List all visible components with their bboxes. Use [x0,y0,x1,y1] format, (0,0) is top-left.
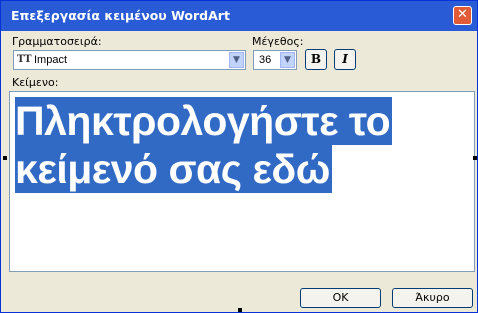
bold-button[interactable]: B [305,49,327,70]
cancel-label: Άκυρο [415,291,450,304]
italic-button[interactable]: I [334,49,356,70]
chevron-down-icon: ▼ [284,55,291,65]
wordart-dialog: Επεξεργασία κειμένου WordArt ✕ Γραμματοσ… [0,0,478,313]
italic-icon: I [342,52,348,66]
font-label: Γραμματοσειρά: [12,35,102,48]
right-resize-handle[interactable] [473,156,477,160]
bold-icon: B [310,52,322,66]
text-label: Κείμενο: [12,76,59,89]
close-icon: ✕ [457,7,468,22]
title-bar[interactable]: Επεξεργασία κειμένου WordArt ✕ [1,1,477,31]
size-select[interactable]: 36 ▼ [253,50,297,70]
chevron-down-icon: ▼ [233,55,240,65]
size-dropdown-button[interactable]: ▼ [280,52,295,68]
text-line-2: κείμενό σας εδώ [15,145,332,193]
cancel-button[interactable]: Άκυρο [392,288,473,308]
font-select[interactable]: TT Impact ▼ [13,50,246,70]
bottom-resize-handle[interactable] [238,308,242,312]
close-button[interactable]: ✕ [453,6,472,25]
truetype-font-icon: TT [17,54,32,65]
text-line-1: Πληκτρολογήστε το [15,97,393,145]
size-value: 36 [259,54,272,66]
size-label: Μέγεθος: [252,35,304,48]
left-resize-handle[interactable] [3,156,7,160]
window-title: Επεξεργασία κειμένου WordArt [11,8,230,23]
ok-label: OK [332,291,349,304]
font-value: Impact [34,54,68,66]
ok-button[interactable]: OK [300,288,381,308]
selected-text: Πληκτρολογήστε το κείμενό σας εδώ [15,97,393,193]
font-dropdown-button[interactable]: ▼ [229,52,244,68]
text-input[interactable]: Πληκτρολογήστε το κείμενό σας εδώ [9,91,475,272]
